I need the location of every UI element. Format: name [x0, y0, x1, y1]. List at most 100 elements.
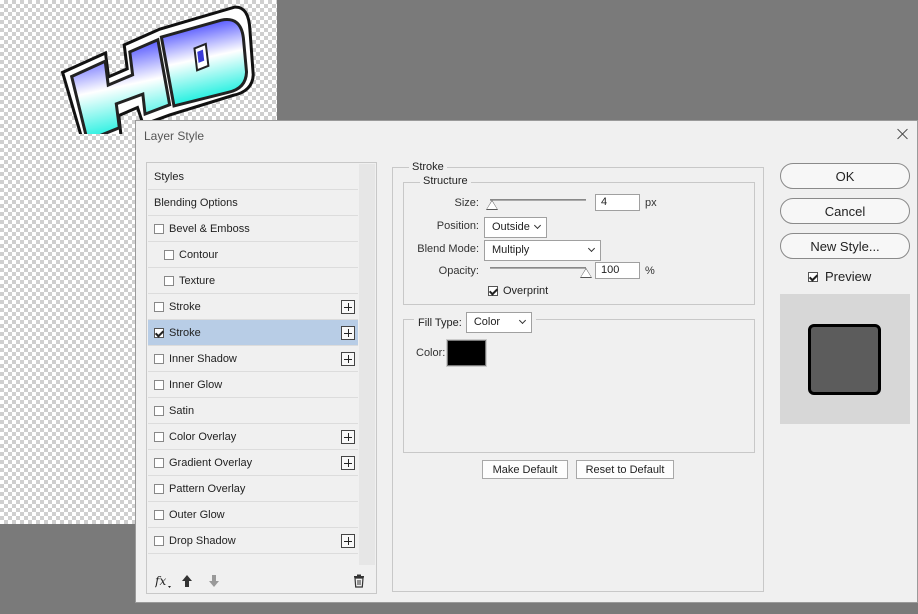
structure-group: Structure Size: 4 px Position: Outside B… [403, 175, 755, 305]
overprint-label: Overprint [503, 285, 549, 297]
fill-type-select[interactable]: Color [465, 312, 532, 333]
hd-artwork [60, 5, 255, 134]
style-row[interactable]: Texture [148, 268, 358, 294]
style-checkbox[interactable] [154, 223, 164, 234]
style-checkbox[interactable] [154, 379, 164, 390]
style-row[interactable]: Outer Glow [148, 502, 358, 528]
preview-checkbox[interactable] [808, 271, 818, 282]
styles-toolbar: fx [147, 569, 376, 593]
reset-to-default-button[interactable]: Reset to Default [576, 460, 674, 479]
style-row[interactable]: Gradient Overlay [148, 450, 358, 476]
size-input[interactable]: 4 [595, 194, 640, 211]
size-slider[interactable] [490, 199, 586, 201]
close-icon[interactable] [895, 126, 911, 142]
style-label: Blending Options [154, 196, 238, 209]
style-label: Outer Glow [169, 508, 225, 521]
style-checkbox[interactable] [164, 249, 174, 260]
style-label: Bevel & Emboss [169, 222, 250, 235]
add-style-icon[interactable] [341, 300, 355, 314]
structure-title: Structure [420, 175, 471, 187]
styles-scrollbar[interactable] [359, 164, 375, 565]
add-style-icon[interactable] [341, 326, 355, 340]
move-up-icon[interactable] [181, 573, 193, 589]
style-row[interactable]: Pattern Overlay [148, 476, 358, 502]
style-label: Gradient Overlay [169, 456, 253, 469]
cancel-button[interactable]: Cancel [780, 198, 910, 224]
style-checkbox[interactable] [154, 509, 164, 520]
make-default-button[interactable]: Make Default [482, 460, 568, 479]
style-checkbox[interactable] [154, 431, 164, 442]
opacity-slider-thumb[interactable] [580, 268, 592, 278]
stroke-settings-panel: Stroke Structure Size: 4 px Position: Ou… [392, 161, 764, 592]
style-label: Satin [169, 404, 195, 417]
chevron-down-icon [533, 221, 542, 230]
overprint-checkbox[interactable] [488, 286, 498, 296]
style-label: Color Overlay [169, 430, 237, 443]
style-label: Stroke [169, 300, 201, 313]
style-row[interactable]: Inner Glow [148, 372, 358, 398]
style-row[interactable]: Drop Shadow [148, 528, 358, 554]
style-checkbox[interactable] [154, 457, 164, 468]
style-checkbox[interactable] [154, 405, 164, 416]
style-label: Texture [179, 274, 216, 287]
preview-label: Preview [825, 269, 872, 284]
style-label: Drop Shadow [169, 534, 236, 547]
opacity-slider[interactable] [490, 267, 586, 269]
styles-list: Styles Blending Options Bevel & Emboss Cont… [148, 164, 358, 554]
ok-button[interactable]: OK [780, 163, 910, 189]
new-style-button[interactable]: New Style... [780, 233, 910, 259]
stroke-section-title: Stroke [409, 161, 447, 173]
blend-mode-label: Blend Mode: [417, 243, 479, 255]
style-row[interactable]: Stroke [148, 320, 358, 346]
layer-style-dialog: Layer Style Styles Blending Options Bevel … [135, 120, 918, 603]
opacity-label: Opacity: [438, 265, 479, 277]
blend-mode-value: Multiply [492, 244, 530, 256]
chevron-down-icon [518, 316, 526, 325]
add-style-icon[interactable] [341, 534, 355, 548]
stroke-color-swatch[interactable] [446, 339, 487, 367]
style-row[interactable]: Stroke [148, 294, 358, 320]
position-select[interactable]: Outside [484, 217, 547, 238]
fill-type-label: Fill Type: [418, 316, 462, 329]
style-label: Inner Glow [169, 378, 223, 391]
preview-square [808, 324, 881, 395]
style-row[interactable]: Color Overlay [148, 424, 358, 450]
size-slider-thumb[interactable] [485, 200, 498, 210]
style-row[interactable]: Satin [148, 398, 358, 424]
fill-type-value: Color [473, 316, 501, 328]
overprint-row[interactable]: Overprint [488, 285, 548, 297]
dialog-title: Layer Style [144, 129, 205, 143]
chevron-down-icon [587, 244, 596, 253]
position-label: Position: [436, 220, 479, 232]
svg-text:fx: fx [155, 574, 166, 588]
preview-row[interactable]: Preview [808, 269, 871, 284]
size-unit: px [645, 197, 657, 209]
add-style-icon[interactable] [341, 352, 355, 366]
style-label: Inner Shadow [169, 352, 237, 365]
style-label: Pattern Overlay [169, 482, 246, 495]
styles-panel: Styles Blending Options Bevel & Emboss Cont… [146, 162, 377, 594]
style-checkbox[interactable] [154, 535, 164, 546]
opacity-input[interactable]: 100 [595, 262, 640, 279]
style-row[interactable]: Blending Options [148, 190, 358, 216]
style-checkbox[interactable] [154, 483, 164, 494]
style-row[interactable]: Inner Shadow [148, 346, 358, 372]
style-row[interactable]: Styles [148, 164, 358, 190]
position-value: Outside [492, 221, 530, 233]
fx-icon[interactable]: fx [155, 573, 171, 589]
fill-group: Fill Type: Color Color: [403, 312, 755, 453]
add-style-icon[interactable] [341, 456, 355, 470]
style-checkbox[interactable] [154, 327, 164, 338]
style-checkbox[interactable] [154, 353, 164, 364]
style-row[interactable]: Contour [148, 242, 358, 268]
style-label: Styles [154, 170, 184, 183]
style-row[interactable]: Bevel & Emboss [148, 216, 358, 242]
style-label: Stroke [169, 326, 201, 339]
blend-mode-select[interactable]: Multiply [484, 240, 601, 261]
style-checkbox[interactable] [154, 301, 164, 312]
color-label: Color: [416, 347, 446, 359]
style-checkbox[interactable] [164, 275, 174, 286]
trash-icon[interactable] [353, 573, 365, 589]
move-down-icon[interactable] [208, 573, 220, 589]
add-style-icon[interactable] [341, 430, 355, 444]
